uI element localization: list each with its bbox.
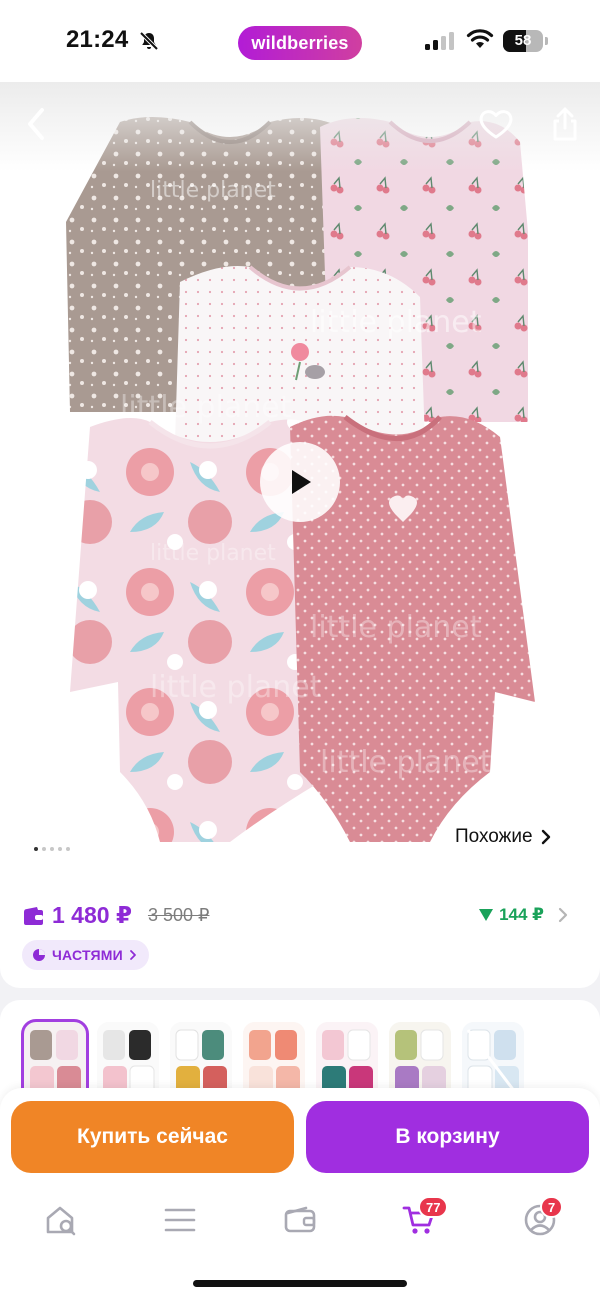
similar-products-link[interactable]: Похожие	[455, 826, 551, 848]
back-button[interactable]	[14, 102, 58, 146]
installments-chip[interactable]: ЧАСТЯМИ	[22, 940, 149, 970]
chevron-right-icon	[130, 950, 136, 960]
triangle-down-icon	[479, 909, 494, 921]
svg-text:little planet: little planet	[310, 610, 482, 645]
home-search-icon	[46, 1206, 76, 1236]
discount-amount: 144 ₽	[499, 905, 544, 924]
heart-icon	[479, 110, 513, 139]
pagination-dot	[42, 847, 46, 851]
wildberries-logo: wildberries	[238, 26, 362, 60]
play-icon	[292, 470, 311, 494]
profile-notification-badge: 7	[540, 1196, 564, 1218]
svg-text:little planet: little planet	[150, 670, 322, 705]
tab-catalog[interactable]	[155, 1200, 205, 1240]
favorite-button[interactable]	[474, 102, 518, 146]
chevron-right-icon	[541, 829, 550, 845]
current-price: 1 480 ₽	[52, 902, 132, 928]
svg-text:little planet: little planet	[150, 541, 276, 566]
cellular-signal-icon	[425, 32, 454, 50]
gallery-pagination	[34, 847, 70, 851]
status-time: 21:24	[66, 26, 129, 53]
discount-info[interactable]: 144 ₽	[479, 905, 568, 925]
price-card: 1 480 ₽ 3 500 ₽ 144 ₽ ЧАСТЯМИ	[0, 870, 600, 988]
battery-icon: 58	[503, 30, 548, 52]
share-button[interactable]	[543, 102, 587, 146]
pagination-dot	[50, 847, 54, 851]
tab-home[interactable]	[36, 1200, 86, 1240]
wallet-icon	[24, 906, 43, 925]
wifi-icon	[466, 29, 494, 48]
home-indicator	[193, 1280, 407, 1287]
bell-slash-icon	[139, 31, 159, 51]
wallet-icon	[284, 1206, 316, 1233]
pagination-dot	[58, 847, 62, 851]
add-to-cart-button[interactable]: В корзину	[306, 1101, 589, 1173]
svg-text:little planet: little planet	[120, 390, 292, 425]
chevron-right-icon	[558, 907, 568, 923]
svg-text:little planet: little planet	[150, 178, 276, 203]
svg-text:little planet: little planet	[310, 305, 482, 340]
cart-count-badge: 77	[418, 1196, 449, 1218]
buy-now-button[interactable]: Купить сейчас	[11, 1101, 294, 1173]
action-bar: Купить сейчас В корзину	[0, 1088, 600, 1184]
product-screen: 21:24 wildberries 58 little planet littl…	[0, 0, 600, 1300]
old-price: 3 500 ₽	[147, 905, 210, 925]
svg-text:little planet: little planet	[320, 745, 492, 780]
pie-chart-icon	[33, 949, 45, 961]
status-bar: 21:24 wildberries 58	[0, 0, 600, 82]
price-row: 1 480 ₽ 3 500 ₽	[22, 902, 209, 929]
pagination-dot	[34, 847, 38, 851]
menu-icon	[164, 1208, 196, 1232]
similar-label: Похожие	[455, 826, 533, 847]
pagination-dot	[66, 847, 70, 851]
battery-level: 58	[514, 32, 532, 49]
product-gallery[interactable]: little planet little planet little plane…	[0, 82, 600, 870]
play-video-button[interactable]	[260, 442, 340, 522]
tab-wallet[interactable]	[275, 1200, 325, 1240]
share-icon	[553, 107, 577, 141]
installments-label: ЧАСТЯМИ	[52, 947, 123, 963]
back-icon	[28, 108, 44, 140]
